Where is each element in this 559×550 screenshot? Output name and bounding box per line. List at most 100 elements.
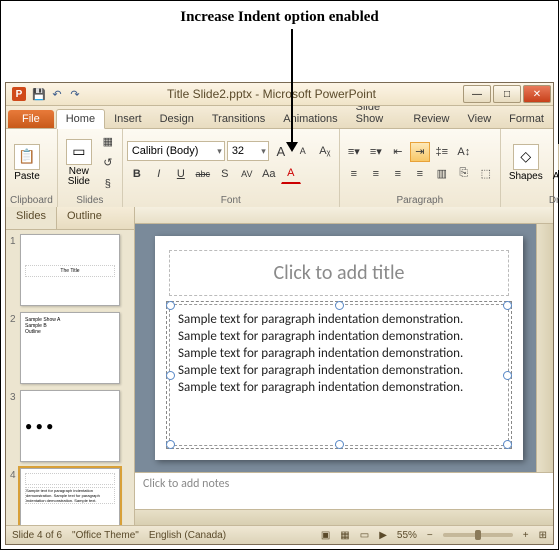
columns-button[interactable]: ▥ bbox=[432, 164, 452, 184]
underline-button[interactable]: U bbox=[171, 164, 191, 184]
qat-save-icon[interactable]: 💾 bbox=[32, 87, 46, 101]
bullets-button[interactable]: ≡▾ bbox=[344, 142, 364, 162]
title-placeholder[interactable]: Click to add title bbox=[169, 250, 509, 296]
numbering-button[interactable]: ≡▾ bbox=[366, 142, 386, 162]
ruler bbox=[135, 207, 553, 224]
new-slide-icon: ▭ bbox=[66, 139, 92, 165]
shapes-icon: ◇ bbox=[513, 144, 539, 170]
shadow-button[interactable]: S bbox=[215, 164, 235, 184]
handle-se[interactable] bbox=[503, 440, 512, 449]
slides-tab[interactable]: Slides bbox=[6, 207, 57, 229]
paste-button[interactable]: 📋 Paste bbox=[10, 142, 44, 184]
window-title: Title Slide2.pptx - Microsoft PowerPoint bbox=[82, 87, 461, 101]
horizontal-scrollbar[interactable] bbox=[135, 509, 553, 526]
clipboard-label: Clipboard bbox=[10, 194, 53, 207]
handle-w[interactable] bbox=[166, 371, 175, 380]
font-name-combo[interactable]: Calibri (Body) bbox=[127, 141, 225, 161]
close-button[interactable]: ✕ bbox=[523, 85, 551, 103]
font-size-combo[interactable]: 32 bbox=[227, 141, 269, 161]
font-label: Font bbox=[127, 194, 335, 207]
handle-sw[interactable] bbox=[166, 440, 175, 449]
group-font: Calibri (Body) 32 A A Aᵪ B I U abc S bbox=[123, 129, 340, 207]
minimize-button[interactable]: — bbox=[463, 85, 491, 103]
outline-tab[interactable]: Outline bbox=[57, 207, 112, 229]
tab-transitions[interactable]: Transitions bbox=[203, 110, 274, 128]
vertical-scrollbar[interactable] bbox=[536, 224, 553, 472]
align-right-button[interactable]: ≡ bbox=[388, 164, 408, 184]
qat-redo-icon[interactable]: ↷ bbox=[68, 87, 82, 101]
zoom-slider[interactable] bbox=[443, 533, 513, 537]
decrease-indent-button[interactable]: ⇤ bbox=[388, 142, 408, 162]
change-case-button[interactable]: Aa bbox=[259, 164, 279, 184]
thumb-4[interactable]: Sample text for paragraph indentation de… bbox=[20, 468, 120, 526]
tab-animations[interactable]: Animations bbox=[274, 110, 346, 128]
zoom-level[interactable]: 55% bbox=[397, 530, 417, 541]
tab-insert[interactable]: Insert bbox=[105, 110, 151, 128]
align-text-button[interactable]: ⎘ bbox=[454, 164, 474, 184]
thumb-1[interactable]: The Title bbox=[20, 234, 120, 306]
title-bar: P 💾 ↶ ↷ Title Slide2.pptx - Microsoft Po… bbox=[6, 83, 553, 106]
bold-button[interactable]: B bbox=[127, 164, 147, 184]
qat-undo-icon[interactable]: ↶ bbox=[50, 87, 64, 101]
italic-button[interactable]: I bbox=[149, 164, 169, 184]
tab-format[interactable]: Format bbox=[500, 110, 553, 128]
justify-button[interactable]: ≡ bbox=[410, 164, 430, 184]
text-direction-button[interactable]: A↕ bbox=[454, 142, 474, 162]
handle-n[interactable] bbox=[335, 301, 344, 310]
ribbon-tabs: File Home Insert Design Transitions Anim… bbox=[6, 106, 553, 129]
view-sorter-icon[interactable]: ▦ bbox=[340, 530, 349, 541]
tab-review[interactable]: Review bbox=[404, 110, 458, 128]
zoom-in-button[interactable]: + bbox=[523, 530, 529, 541]
thumb-3[interactable]: ● ● ● bbox=[20, 390, 120, 462]
slide[interactable]: Click to add title bbox=[155, 236, 523, 460]
handle-ne[interactable] bbox=[503, 301, 512, 310]
fit-button[interactable]: ⊞ bbox=[539, 530, 547, 541]
char-spacing-button[interactable]: AV bbox=[237, 164, 257, 184]
slides-panel: Slides Outline 1The Title 2Sample Show A… bbox=[6, 207, 135, 526]
thumb-2[interactable]: Sample Show A Sample B Outline bbox=[20, 312, 120, 384]
notes-pane[interactable]: Click to add notes bbox=[135, 472, 553, 509]
section-button[interactable]: § bbox=[98, 174, 118, 194]
reset-button[interactable]: ↺ bbox=[98, 153, 118, 173]
file-tab[interactable]: File bbox=[8, 110, 54, 128]
clear-format-button[interactable]: Aᵪ bbox=[315, 141, 335, 161]
align-center-button[interactable]: ≡ bbox=[366, 164, 386, 184]
line-spacing-button[interactable]: ‡≡ bbox=[432, 142, 452, 162]
status-theme: "Office Theme" bbox=[72, 530, 139, 541]
layout-button[interactable]: ▦ bbox=[98, 132, 118, 152]
slide-area: Click to add title bbox=[135, 207, 553, 526]
increase-indent-button[interactable]: ⇥ bbox=[410, 142, 430, 162]
group-slides: ▭ New Slide ▦ ↺ § Slides bbox=[58, 129, 123, 207]
zoom-out-button[interactable]: − bbox=[427, 530, 433, 541]
tab-view[interactable]: View bbox=[459, 110, 501, 128]
new-slide-button[interactable]: ▭ New Slide bbox=[62, 137, 96, 189]
align-left-button[interactable]: ≡ bbox=[344, 164, 364, 184]
font-color-button[interactable]: A bbox=[281, 163, 301, 184]
maximize-button[interactable]: □ bbox=[493, 85, 521, 103]
tab-design[interactable]: Design bbox=[151, 110, 203, 128]
strike-button[interactable]: abc bbox=[193, 164, 213, 184]
group-clipboard: 📋 Paste Clipboard bbox=[6, 129, 58, 207]
ribbon: 📋 Paste Clipboard ▭ New Slide ▦ ↺ § bbox=[6, 129, 553, 208]
paragraph-label: Paragraph bbox=[344, 194, 496, 207]
drawing-label: Drawing bbox=[505, 194, 559, 207]
status-slide: Slide 4 of 6 bbox=[12, 530, 62, 541]
shapes-button[interactable]: ◇Shapes bbox=[505, 142, 547, 184]
content-placeholder[interactable]: Sample text for paragraph indentation de… bbox=[169, 304, 509, 446]
tab-home[interactable]: Home bbox=[56, 109, 105, 129]
slides-label: Slides bbox=[62, 194, 118, 207]
handle-nw[interactable] bbox=[166, 301, 175, 310]
app-window: P 💾 ↶ ↷ Title Slide2.pptx - Microsoft Po… bbox=[5, 82, 554, 545]
arrange-button[interactable]: ▦Arrange bbox=[549, 142, 559, 184]
status-lang[interactable]: English (Canada) bbox=[149, 530, 226, 541]
handle-s[interactable] bbox=[335, 440, 344, 449]
group-paragraph: ≡▾ ≡▾ ⇤ ⇥ ‡≡ A↕ ≡ ≡ ≡ ≡ ▥ bbox=[340, 129, 501, 207]
status-bar: Slide 4 of 6 "Office Theme" English (Can… bbox=[6, 525, 553, 544]
app-icon: P bbox=[12, 87, 26, 101]
view-slideshow-icon[interactable]: ▶ bbox=[379, 530, 387, 541]
smartart-button[interactable]: ⬚ bbox=[476, 164, 496, 184]
handle-e[interactable] bbox=[503, 371, 512, 380]
view-normal-icon[interactable]: ▣ bbox=[321, 530, 330, 541]
workspace: Slides Outline 1The Title 2Sample Show A… bbox=[6, 207, 553, 526]
view-reading-icon[interactable]: ▭ bbox=[360, 530, 369, 541]
